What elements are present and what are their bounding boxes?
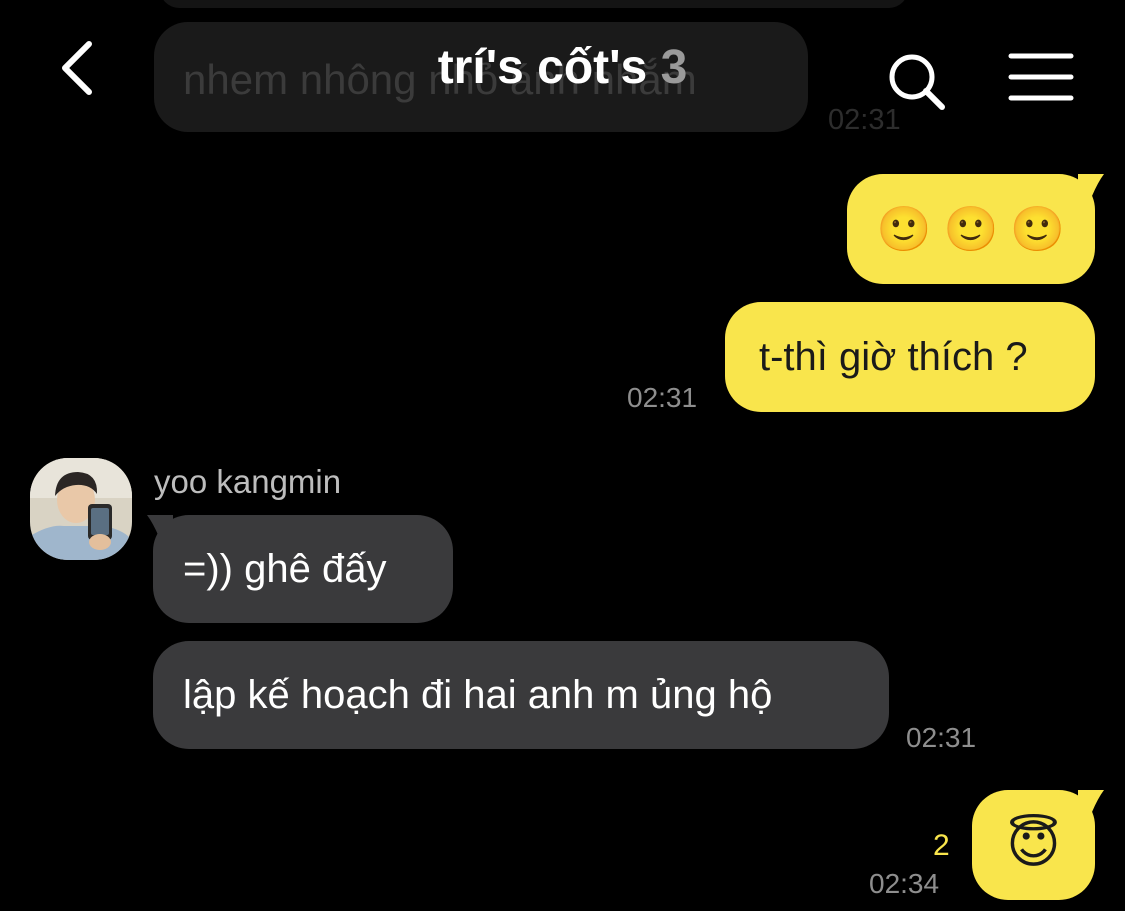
search-icon [889, 54, 945, 110]
message-timestamp: 02:34 [869, 868, 940, 899]
sender-name: yoo kangmin [154, 463, 342, 500]
message-timestamp: 02:31 [906, 722, 977, 753]
message-bubble[interactable]: =)) ghê đấy [153, 515, 453, 623]
message-bubble[interactable]: lập kế hoạch đi hai anh m ủng hộ [153, 641, 889, 749]
emoji-row: 🙂 🙂 🙂 [877, 203, 1065, 255]
halo-smiling-face-icon: 😇 [1006, 816, 1061, 874]
bubble-tail [147, 515, 173, 537]
slightly-smiling-face-icon: 🙂 [876, 205, 932, 254]
unread-count: 2 [933, 829, 950, 862]
slightly-smiling-face-icon: 🙂 [1010, 205, 1066, 254]
message-bubble[interactable]: t-thì giờ thích ? [725, 302, 1095, 412]
member-count: 3 [660, 41, 688, 94]
message-text: lập kế hoạch đi hai anh m ủng hộ [183, 672, 773, 717]
message-timestamp: 02:31 [627, 382, 698, 413]
hamburger-menu-icon [1008, 53, 1074, 101]
menu-button[interactable] [1006, 52, 1076, 102]
slightly-smiling-face-icon: 🙂 [943, 205, 999, 254]
bubble-tail [1078, 790, 1104, 812]
message-bubble[interactable]: 😇 [972, 790, 1095, 900]
message-bubble[interactable]: 🙂 🙂 🙂 [847, 174, 1095, 284]
chat-header: trí's cốt's 3 [0, 0, 1125, 140]
search-button[interactable] [885, 50, 949, 114]
chat-title: trí's cốt's 3 [0, 40, 1125, 95]
avatar[interactable] [30, 458, 132, 560]
bubble-tail [1078, 174, 1104, 196]
user-photo [30, 458, 132, 560]
chat-room-name: trí's cốt's [437, 41, 648, 94]
message-text: =)) ghê đấy [183, 546, 387, 591]
message-text: t-thì giờ thích ? [759, 334, 1028, 379]
